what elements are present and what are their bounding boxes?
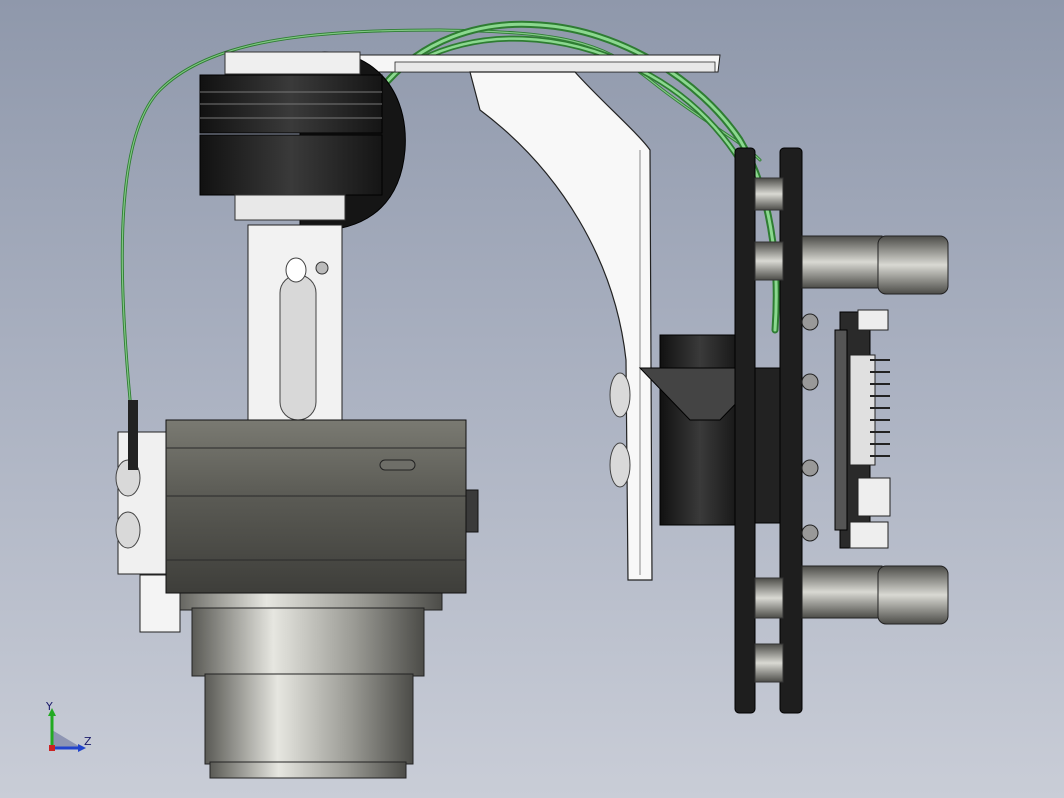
tilt-motor[interactable] [199,51,406,232]
mounting-plate[interactable] [339,54,721,73]
axis-y-label: Y [46,700,53,713]
camera-bracket[interactable] [247,224,343,421]
axis-z-label: Z [84,735,92,748]
controller-board[interactable] [834,309,891,549]
camera-lens[interactable] [171,589,443,779]
model-graphics[interactable] [0,0,1064,798]
cad-viewport[interactable]: Y Z [0,0,1064,798]
mounting-arm[interactable] [469,71,653,581]
